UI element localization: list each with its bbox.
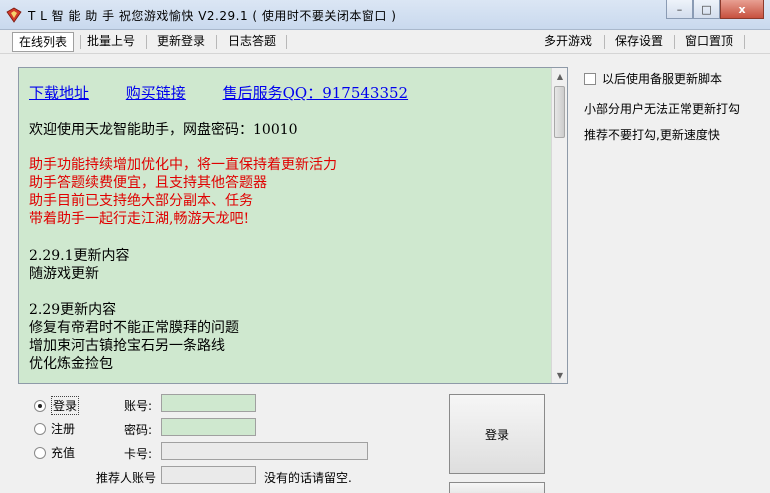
- notice-line: 助手答题续费便宜，且支持其他答题器: [29, 175, 267, 191]
- secondary-button[interactable]: [449, 482, 545, 493]
- menu-separator: [604, 35, 605, 49]
- backup-script-label: 以后使用备服更新脚本: [602, 72, 723, 86]
- update-heading: 2.29.1更新内容: [29, 248, 130, 264]
- backup-script-checkbox[interactable]: [584, 72, 596, 85]
- mode-register-label: 注册: [51, 422, 76, 436]
- title-bar[interactable]: T L 智 能 助 手 祝您游戏愉快 V2.29.1 ( 使用时不要关闭本窗口 …: [0, 0, 770, 30]
- login-button[interactable]: 登录: [449, 394, 545, 474]
- mode-recharge-radio[interactable]: 充值: [34, 444, 75, 461]
- download-link[interactable]: 下载地址: [29, 84, 89, 102]
- scroll-up-icon[interactable]: ▲: [552, 68, 567, 84]
- menu-batch-login[interactable]: 批量上号: [81, 32, 141, 52]
- menu-separator: [216, 35, 217, 49]
- mode-login-label: 登录: [51, 396, 80, 415]
- mode-register-radio[interactable]: 注册: [34, 420, 75, 437]
- update-heading: 2.29更新内容: [29, 302, 117, 318]
- window-title: T L 智 能 助 手 祝您游戏愉快 V2.29.1 ( 使用时不要关闭本窗口 …: [28, 9, 397, 23]
- purchase-link[interactable]: 购买链接: [126, 84, 186, 102]
- account-label: 账号:: [124, 399, 153, 413]
- option-note: 小部分用户无法正常更新打勾: [584, 102, 741, 116]
- notice-line: 带着助手一起行走江湖,畅游天龙吧!: [29, 211, 250, 227]
- close-button[interactable]: x: [720, 0, 764, 19]
- menu-multi-game[interactable]: 多开游戏: [538, 32, 598, 52]
- support-qq-link[interactable]: 售后服务QQ：917543352: [223, 84, 409, 102]
- notice-panel[interactable]: 下载地址 购买链接 售后服务QQ：917543352 欢迎使用天龙智能助手，网盘…: [18, 67, 568, 384]
- links-row: 下载地址 购买链接 售后服务QQ：917543352: [29, 82, 440, 103]
- menu-bar: 在线列表 批量上号 更新登录 日志答题 多开游戏 保存设置 窗口置顶: [0, 30, 770, 54]
- notice-line: 助手功能持续增加优化中，将一直保持着更新活力: [29, 157, 337, 173]
- notice-line: 助手目前已支持绝大部分副本、任务: [29, 193, 253, 209]
- menu-separator: [744, 35, 745, 49]
- menu-window-top[interactable]: 窗口置顶: [679, 32, 739, 52]
- app-logo-icon: [6, 7, 22, 23]
- password-label: 密码:: [124, 423, 153, 437]
- radio-icon[interactable]: [34, 422, 46, 435]
- minimize-button[interactable]: –: [666, 0, 693, 19]
- update-line: 修复有帝君时不能正常膜拜的问题: [29, 320, 239, 336]
- welcome-text: 欢迎使用天龙智能助手，网盘密码：10010: [29, 122, 298, 138]
- radio-icon[interactable]: [34, 446, 46, 459]
- referrer-hint: 没有的话请留空.: [264, 471, 352, 485]
- login-form: 登录 注册 充值 账号: 密码: 卡号: 推荐人账号 没有的话请留空. 登录: [0, 384, 770, 493]
- radio-selected-icon[interactable]: [34, 399, 46, 412]
- menu-update-login[interactable]: 更新登录: [151, 32, 211, 52]
- account-field[interactable]: [161, 394, 256, 412]
- scroll-thumb[interactable]: [554, 86, 565, 138]
- card-label: 卡号:: [124, 447, 153, 461]
- card-field[interactable]: [161, 442, 368, 460]
- referrer-field[interactable]: [161, 466, 256, 484]
- option-note: 推荐不要打勾,更新速度快: [584, 128, 720, 142]
- maximize-button[interactable]: □: [693, 0, 720, 19]
- menu-separator: [286, 35, 287, 49]
- vertical-scrollbar[interactable]: ▲ ▼: [551, 68, 567, 383]
- backup-script-option[interactable]: 以后使用备服更新脚本: [584, 70, 764, 87]
- menu-log-answer[interactable]: 日志答题: [222, 32, 282, 52]
- mode-recharge-label: 充值: [51, 446, 76, 460]
- update-line: 随游戏更新: [29, 266, 99, 282]
- password-field[interactable]: [161, 418, 256, 436]
- mode-login-radio[interactable]: 登录: [34, 396, 80, 415]
- update-line: 增加束河古镇抢宝石另一条路线: [29, 338, 225, 354]
- menu-online-list[interactable]: 在线列表: [12, 32, 75, 52]
- update-line: 优化炼金捡包: [29, 356, 113, 372]
- options-panel: 以后使用备服更新脚本 小部分用户无法正常更新打勾 推荐不要打勾,更新速度快: [584, 70, 764, 143]
- menu-separator: [146, 35, 147, 49]
- referrer-label: 推荐人账号: [96, 471, 157, 485]
- menu-separator: [674, 35, 675, 49]
- scroll-down-icon[interactable]: ▼: [552, 367, 567, 383]
- menu-save-settings[interactable]: 保存设置: [609, 32, 669, 52]
